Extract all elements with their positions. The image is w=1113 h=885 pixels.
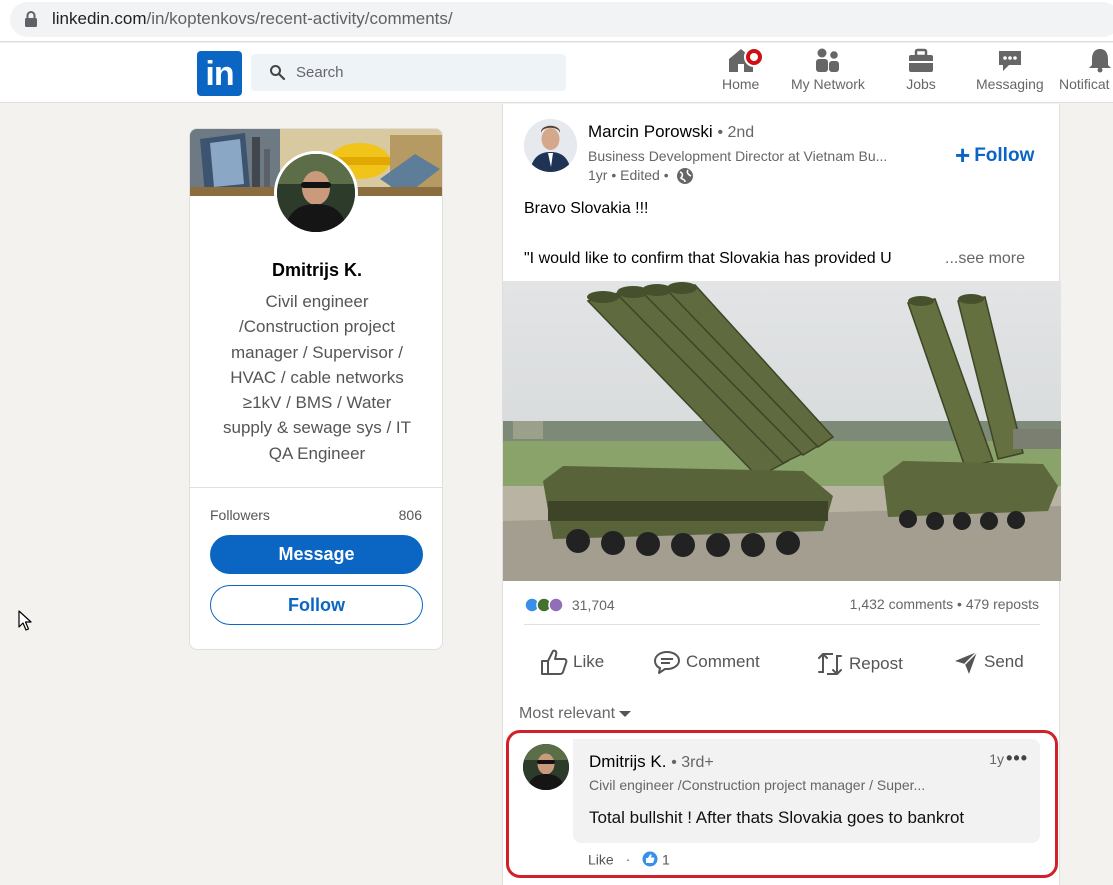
bell-icon bbox=[1089, 49, 1111, 73]
comments-count[interactable]: 1,432 comments bbox=[850, 596, 954, 612]
commenter-photo bbox=[523, 744, 569, 790]
comment-text: Total bullshit ! After thats Slovakia go… bbox=[589, 808, 965, 827]
nav-jobs[interactable]: Jobs bbox=[906, 47, 936, 92]
like-reaction-icon bbox=[642, 851, 658, 867]
followers-label: Followers bbox=[210, 507, 270, 523]
caret-down-icon bbox=[619, 710, 632, 717]
url-text[interactable]: linkedin.com/in/koptenkovs/recent-activi… bbox=[52, 9, 453, 29]
post-follow-button[interactable]: + Follow bbox=[955, 140, 1034, 171]
followers-count: 806 bbox=[398, 507, 422, 523]
post-image[interactable] bbox=[503, 281, 1061, 581]
follow-button[interactable]: Follow bbox=[210, 585, 423, 625]
comment-time: 1y bbox=[989, 751, 1004, 767]
globe-icon bbox=[676, 168, 693, 185]
commenter-headline: Civil engineer /Construction project man… bbox=[589, 777, 926, 793]
post-author[interactable]: Marcin Porowski • 2nd bbox=[588, 122, 754, 142]
nav-notifications[interactable]: Notificat bbox=[1059, 47, 1113, 92]
comment-button[interactable]: Comment bbox=[652, 648, 760, 676]
comment-actions: Like · 1 bbox=[588, 850, 670, 867]
sort-label: Most relevant bbox=[519, 705, 616, 722]
nav-my-network-label: My Network bbox=[791, 76, 865, 92]
browser-address-bar[interactable]: linkedin.com/in/koptenkovs/recent-activi… bbox=[0, 0, 1113, 42]
comment-sort-dropdown[interactable]: Most relevant bbox=[519, 705, 632, 723]
linkedin-logo[interactable]: in bbox=[197, 51, 242, 96]
search-input[interactable] bbox=[296, 54, 556, 91]
nav-home-label: Home bbox=[722, 76, 760, 92]
briefcase-icon bbox=[909, 48, 933, 72]
commenter-name-text: Dmitrijs K. bbox=[589, 752, 667, 771]
profile-card: Dmitrijs K. Civil engineer /Construction… bbox=[189, 128, 443, 650]
post-stats: 1,432 comments • 479 reposts bbox=[850, 596, 1039, 612]
reaction-summary[interactable]: 31,704 bbox=[524, 596, 615, 614]
search-icon bbox=[270, 65, 286, 81]
nav-messaging[interactable]: Messaging bbox=[976, 47, 1044, 92]
post-author-name: Marcin Porowski bbox=[588, 122, 713, 141]
nav-home[interactable]: Home bbox=[722, 47, 764, 92]
repost-icon bbox=[818, 653, 842, 675]
nav-my-network[interactable]: My Network bbox=[791, 47, 865, 92]
comment-icon bbox=[654, 651, 680, 674]
post-text-line1: Bravo Slovakia !!! bbox=[524, 200, 649, 217]
like-button[interactable]: Like bbox=[539, 648, 604, 676]
send-icon bbox=[955, 651, 978, 674]
author-avatar[interactable] bbox=[524, 119, 577, 172]
comment-like-count[interactable]: 1 bbox=[662, 851, 670, 867]
mouse-cursor-icon bbox=[18, 610, 32, 631]
search-box[interactable] bbox=[251, 54, 566, 91]
reaction-icons bbox=[524, 597, 564, 614]
url-path: /in/koptenkovs/recent-activity/comments/ bbox=[146, 9, 453, 28]
comment-actions-separator: · bbox=[625, 851, 631, 868]
commenter-avatar[interactable] bbox=[523, 744, 569, 790]
message-button[interactable]: Message bbox=[210, 535, 423, 574]
author-photo bbox=[524, 119, 577, 172]
profile-name[interactable]: Dmitrijs K. bbox=[190, 260, 442, 281]
nav-messaging-label: Messaging bbox=[976, 76, 1044, 92]
post-text-line2: "I would like to confirm that Slovakia h… bbox=[524, 250, 892, 267]
post-time-text: 1yr • Edited • bbox=[588, 167, 669, 183]
divider bbox=[524, 624, 1040, 625]
thumbs-up-icon bbox=[541, 649, 568, 675]
commenter-name[interactable]: Dmitrijs K. • 3rd+ bbox=[589, 752, 714, 772]
plus-icon: + bbox=[955, 140, 971, 170]
post-author-headline: Business Development Director at Vietnam… bbox=[588, 148, 888, 164]
comment-label: Comment bbox=[686, 652, 760, 671]
comment-like-button[interactable]: Like bbox=[588, 851, 614, 867]
messaging-icon bbox=[998, 51, 1021, 71]
stats-separator: • bbox=[957, 596, 962, 612]
repost-button[interactable]: Repost bbox=[815, 648, 903, 680]
nav-jobs-label: Jobs bbox=[906, 76, 936, 92]
reposts-count[interactable]: 479 reposts bbox=[966, 596, 1039, 612]
profile-photo bbox=[277, 154, 355, 232]
profile-headline: Civil engineer /Construction project man… bbox=[222, 292, 412, 463]
top-nav: in Home My Network Jobs bbox=[0, 43, 1113, 103]
divider bbox=[190, 487, 442, 488]
commenter-degree: • 3rd+ bbox=[671, 754, 714, 771]
comment-bubble: Dmitrijs K. • 3rd+ Civil engineer /Const… bbox=[573, 739, 1040, 843]
network-icon bbox=[815, 48, 839, 72]
lock-icon bbox=[25, 11, 37, 27]
send-label: Send bbox=[984, 652, 1024, 671]
profile-avatar[interactable] bbox=[274, 151, 358, 235]
url-domain: linkedin.com bbox=[52, 9, 147, 28]
reaction-count: 31,704 bbox=[571, 597, 615, 614]
more-options-icon[interactable]: ••• bbox=[1006, 748, 1028, 769]
post-time: 1yr • Edited • bbox=[588, 167, 694, 185]
post-follow-label: Follow bbox=[974, 145, 1035, 166]
send-button[interactable]: Send bbox=[952, 648, 1024, 676]
repost-label: Repost bbox=[849, 654, 903, 673]
nav-notifications-label: Notificat bbox=[1059, 76, 1110, 92]
post-author-degree: • 2nd bbox=[717, 124, 755, 141]
like-label: Like bbox=[573, 652, 605, 671]
see-more-link[interactable]: ...see more bbox=[945, 250, 1025, 268]
notification-badge bbox=[744, 47, 764, 67]
